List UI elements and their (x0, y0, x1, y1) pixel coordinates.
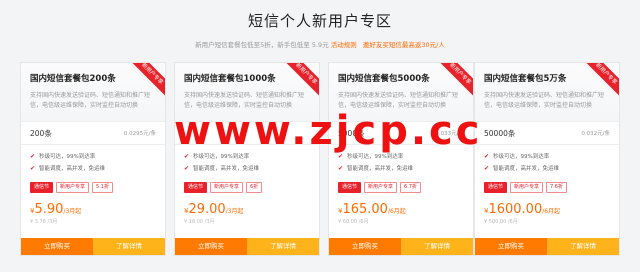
discount-tag: 6.7折 (400, 182, 421, 193)
plan-description: 支持国内快速发送验证码、短信通知和推广短信，电信级运维保障，实时监控自动切换 (184, 92, 305, 109)
plan-name: 国内短信套餐包1000条 (184, 74, 276, 84)
quota-value: 5000条 (338, 128, 365, 138)
quota-value: 200条 (30, 128, 52, 138)
page-title: 短信个人新用户专区 (247, 12, 392, 30)
festival-tag: 通信节 (484, 182, 508, 193)
plan-name: 国内短信套餐包5万条 (484, 74, 567, 84)
buy-now-button[interactable]: 立即购买 (175, 238, 247, 255)
card-actions: 立即购买 了解详情 (475, 238, 619, 255)
price-period: /3月起 (63, 208, 82, 215)
buy-now-button[interactable]: 立即购买 (329, 238, 401, 255)
invite-link[interactable]: 邀好友买短信最高返30元/人 (363, 41, 445, 49)
new-user-tag: 新用户专享 (56, 182, 90, 193)
buy-now-button[interactable]: 立即购买 (21, 238, 93, 255)
unit-price: 0.0295元/条 (123, 131, 156, 137)
learn-more-button[interactable]: 了解详情 (247, 238, 319, 255)
learn-more-button[interactable]: 了解详情 (547, 238, 619, 255)
feature-item: ✔ 智能调度，高并发，免运维 (184, 165, 260, 172)
feature-item: ✔ 秒级可达，99%到达率 (184, 153, 250, 160)
plan-card: 国内短信套餐包5000条 支持国内快速发送验证码、短信通知和推广短信，电信级运维… (328, 62, 474, 256)
quota-value: 50000条 (484, 128, 516, 138)
page-subtitle: 新用户短信套餐包低至5折，新手包低至 5.9元 活动规则 邀好友买短信最高返30… (0, 39, 640, 49)
price-period: /6月起 (542, 208, 561, 215)
check-icon: ✔ (484, 165, 490, 172)
card-actions: 立即购买 了解详情 (329, 238, 473, 255)
feature-item: ✔ 智能调度，高并发，免运维 (338, 165, 414, 172)
feature-list: ✔ 秒级可达，99%到达率 ✔ 智能调度，高并发，免运维 (21, 145, 165, 181)
new-user-tag: 新用户专享 (364, 182, 398, 193)
plan-card-header: 国内短信套餐包5万条 支持国内快速发送验证码、短信通知和推广短信，电信级运维保障… (475, 63, 619, 121)
price-amount: 29.00 (188, 202, 226, 217)
rules-link[interactable]: 活动规则 (331, 41, 357, 49)
price-amount: 165.00 (342, 202, 388, 217)
discount-tag: 6折 (246, 182, 263, 193)
check-icon: ✔ (30, 165, 36, 172)
plan-description: 支持国内快速发送验证码、短信通知和推广短信，电信级运维保障，实时监控自动切换 (30, 92, 151, 109)
tag-row: 通信节 新用户专享 7.6折 (475, 181, 619, 194)
learn-more-button[interactable]: 了解详情 (401, 238, 473, 255)
tag-row: 通信节 新用户专享 6.7折 (329, 181, 473, 194)
card-actions: 立即购买 了解详情 (21, 238, 165, 255)
check-icon: ✔ (184, 153, 190, 160)
quota-row[interactable]: 50000条 0.032元/条 (475, 121, 619, 145)
price-period: /3月起 (225, 208, 244, 215)
learn-more-button[interactable]: 了解详情 (93, 238, 165, 255)
feature-item: ✔ 秒级可达，99%到达率 (338, 153, 404, 160)
original-price: ¥ 60.00 /6月 (338, 219, 369, 225)
feature-list: ✔ 秒级可达，99%到达率 ✔ 智能调度，高并发，免运维 (475, 145, 619, 181)
plan-card: 国内短信套餐包1000条 支持国内快速发送验证码、短信通知和推广短信，电信级运维… (174, 62, 320, 256)
feature-item: ✔ 秒级可达，99%到达率 (484, 153, 550, 160)
discount-tag: 7.6折 (546, 182, 567, 193)
feature-item: ✔ 秒级可达，99%到达率 (30, 153, 96, 160)
price-amount: 5.90 (34, 202, 64, 217)
check-icon: ✔ (484, 153, 490, 160)
feature-item: ✔ 智能调度，高并发，免运维 (484, 165, 560, 172)
festival-tag: 通信节 (30, 182, 54, 193)
quota-row[interactable]: 200条 0.0295元/条 (21, 121, 165, 145)
festival-tag: 通信节 (184, 182, 208, 193)
feature-list: ✔ 秒级可达，99%到达率 ✔ 智能调度，高并发，免运维 (329, 145, 473, 181)
original-price: ¥ 500.00 /6月 (484, 219, 518, 225)
plan-card: 国内短信套餐包200条 支持国内快速发送验证码、短信通知和推广短信，电信级运维保… (20, 62, 166, 256)
check-icon: ✔ (184, 165, 190, 172)
quota-row[interactable]: 5000条 0.033元/条 (329, 121, 473, 145)
plan-card-header: 国内短信套餐包200条 支持国内快速发送验证码、短信通知和推广短信，电信级运维保… (21, 63, 165, 121)
feature-list: ✔ 秒级可达，99%到达率 ✔ 智能调度，高并发，免运维 (175, 145, 319, 181)
check-icon: ✔ (30, 153, 36, 160)
price-period: /6月起 (387, 208, 406, 215)
card-actions: 立即购买 了解详情 (175, 238, 319, 255)
page-header: 短信个人新用户专区 新用户短信套餐包低至5折，新手包低至 5.9元 活动规则 邀… (0, 0, 640, 49)
price-amount: 1600.00 (488, 202, 543, 217)
unit-price: 0.032元/条 (581, 131, 610, 137)
plan-name: 国内短信套餐包5000条 (338, 74, 430, 84)
new-user-tag: 新用户专享 (510, 182, 544, 193)
price: ¥29.00/3月起 (175, 194, 319, 217)
festival-tag: 通信节 (338, 182, 362, 193)
quota-row[interactable] (175, 121, 319, 145)
check-icon: ✔ (338, 165, 344, 172)
price: ¥5.90/3月起 (21, 194, 165, 217)
price: ¥165.00/6月起 (329, 194, 473, 217)
plan-card-header: 国内短信套餐包1000条 支持国内快速发送验证码、短信通知和推广短信，电信级运维… (175, 63, 319, 121)
price: ¥1600.00/6月起 (475, 194, 619, 217)
plan-cards: 国内短信套餐包200条 支持国内快速发送验证码、短信通知和推广短信，电信级运维保… (20, 62, 620, 256)
plan-description: 支持国内快速发送验证码、短信通知和推广短信，电信级运维保障，实时监控自动切换 (338, 92, 459, 109)
discount-tag: 5.1折 (92, 182, 113, 193)
tag-row: 通信节 新用户专享 6折 (175, 181, 319, 194)
plan-card: 国内短信套餐包5万条 支持国内快速发送验证码、短信通知和推广短信，电信级运维保障… (474, 62, 620, 256)
plan-card-header: 国内短信套餐包5000条 支持国内快速发送验证码、短信通知和推广短信，电信级运维… (329, 63, 473, 121)
subtitle-text: 新用户短信套餐包低至5折，新手包低至 5.9元 (195, 41, 329, 49)
original-price: ¥ 18.00 /3月 (184, 219, 215, 225)
unit-price: 0.033元/条 (435, 131, 464, 137)
plan-name: 国内短信套餐包200条 (30, 74, 116, 84)
check-icon: ✔ (338, 153, 344, 160)
buy-now-button[interactable]: 立即购买 (475, 238, 547, 255)
plan-description: 支持国内快速发送验证码、短信通知和推广短信，电信级运维保障，实时监控自动切换 (484, 92, 605, 109)
new-user-tag: 新用户专享 (210, 182, 244, 193)
feature-item: ✔ 智能调度，高并发，免运维 (30, 165, 106, 172)
original-price: ¥ 3.78 /3月 (30, 219, 58, 225)
tag-row: 通信节 新用户专享 5.1折 (21, 181, 165, 194)
